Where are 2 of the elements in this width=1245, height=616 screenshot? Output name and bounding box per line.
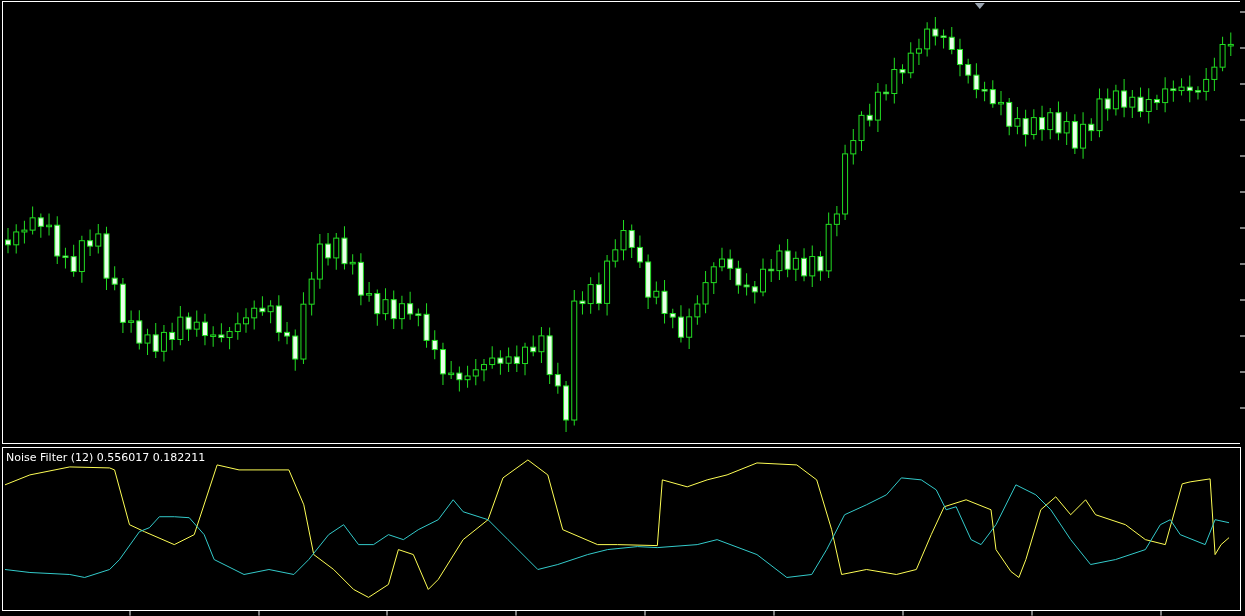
indicator-label: Noise Filter (12) 0.556017 0.182211 bbox=[6, 451, 206, 464]
triangle-marker-icon bbox=[974, 3, 985, 9]
